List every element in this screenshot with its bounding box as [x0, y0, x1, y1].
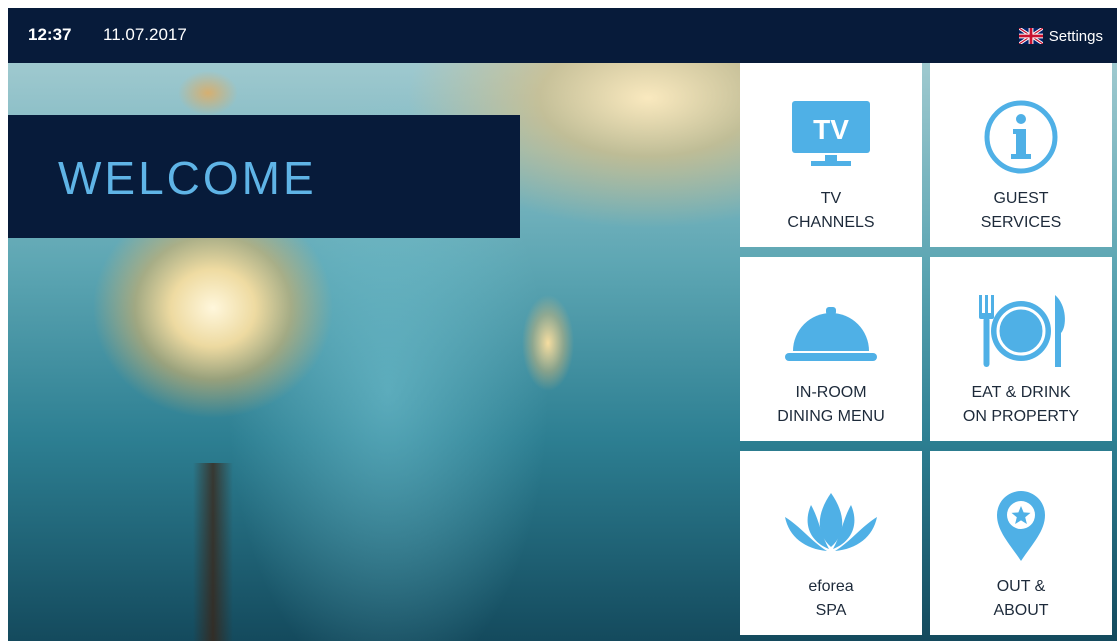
tile-out-about[interactable]: OUT & ABOUT: [930, 451, 1112, 635]
tile-label: IN-ROOM DINING MENU: [777, 384, 885, 425]
svg-text:TV: TV: [813, 114, 849, 145]
tv-home-screen: 12:37 11.07.2017 Settings WELCOME TV TV …: [8, 8, 1117, 641]
tile-label: GUEST SERVICES: [980, 190, 1062, 231]
tile-guest-services[interactable]: GUEST SERVICES: [930, 63, 1112, 247]
tile-label: TV CHANNELS: [787, 190, 875, 231]
lamp-stem-decoration: [193, 463, 233, 641]
tile-in-room-dining[interactable]: IN-ROOM DINING MENU: [740, 257, 922, 441]
lotus-icon: [781, 487, 881, 563]
cloche-icon: [781, 293, 881, 369]
settings-label: Settings: [1048, 27, 1103, 45]
tile-spa[interactable]: eforea SPA: [740, 451, 922, 635]
clock: 12:37: [28, 25, 72, 44]
info-icon: [971, 99, 1071, 175]
tile-label: EAT & DRINK ON PROPERTY: [962, 384, 1080, 425]
tile-tv-channels[interactable]: TV TV CHANNELS: [740, 63, 922, 247]
tile-label: eforea SPA: [808, 578, 854, 619]
welcome-title: WELCOME: [58, 152, 317, 204]
top-bar: 12:37 11.07.2017 Settings: [8, 8, 1117, 63]
welcome-banner: WELCOME: [8, 115, 520, 238]
date: 11.07.2017: [103, 25, 187, 44]
plate-cutlery-icon: [971, 293, 1071, 369]
map-pin-star-icon: [971, 487, 1071, 563]
uk-flag-icon: [1018, 28, 1043, 44]
tile-label: OUT & ABOUT: [993, 578, 1049, 619]
tile-eat-drink[interactable]: EAT & DRINK ON PROPERTY: [930, 257, 1112, 441]
tv-icon: TV: [781, 99, 881, 175]
settings-button[interactable]: Settings: [1018, 25, 1103, 47]
